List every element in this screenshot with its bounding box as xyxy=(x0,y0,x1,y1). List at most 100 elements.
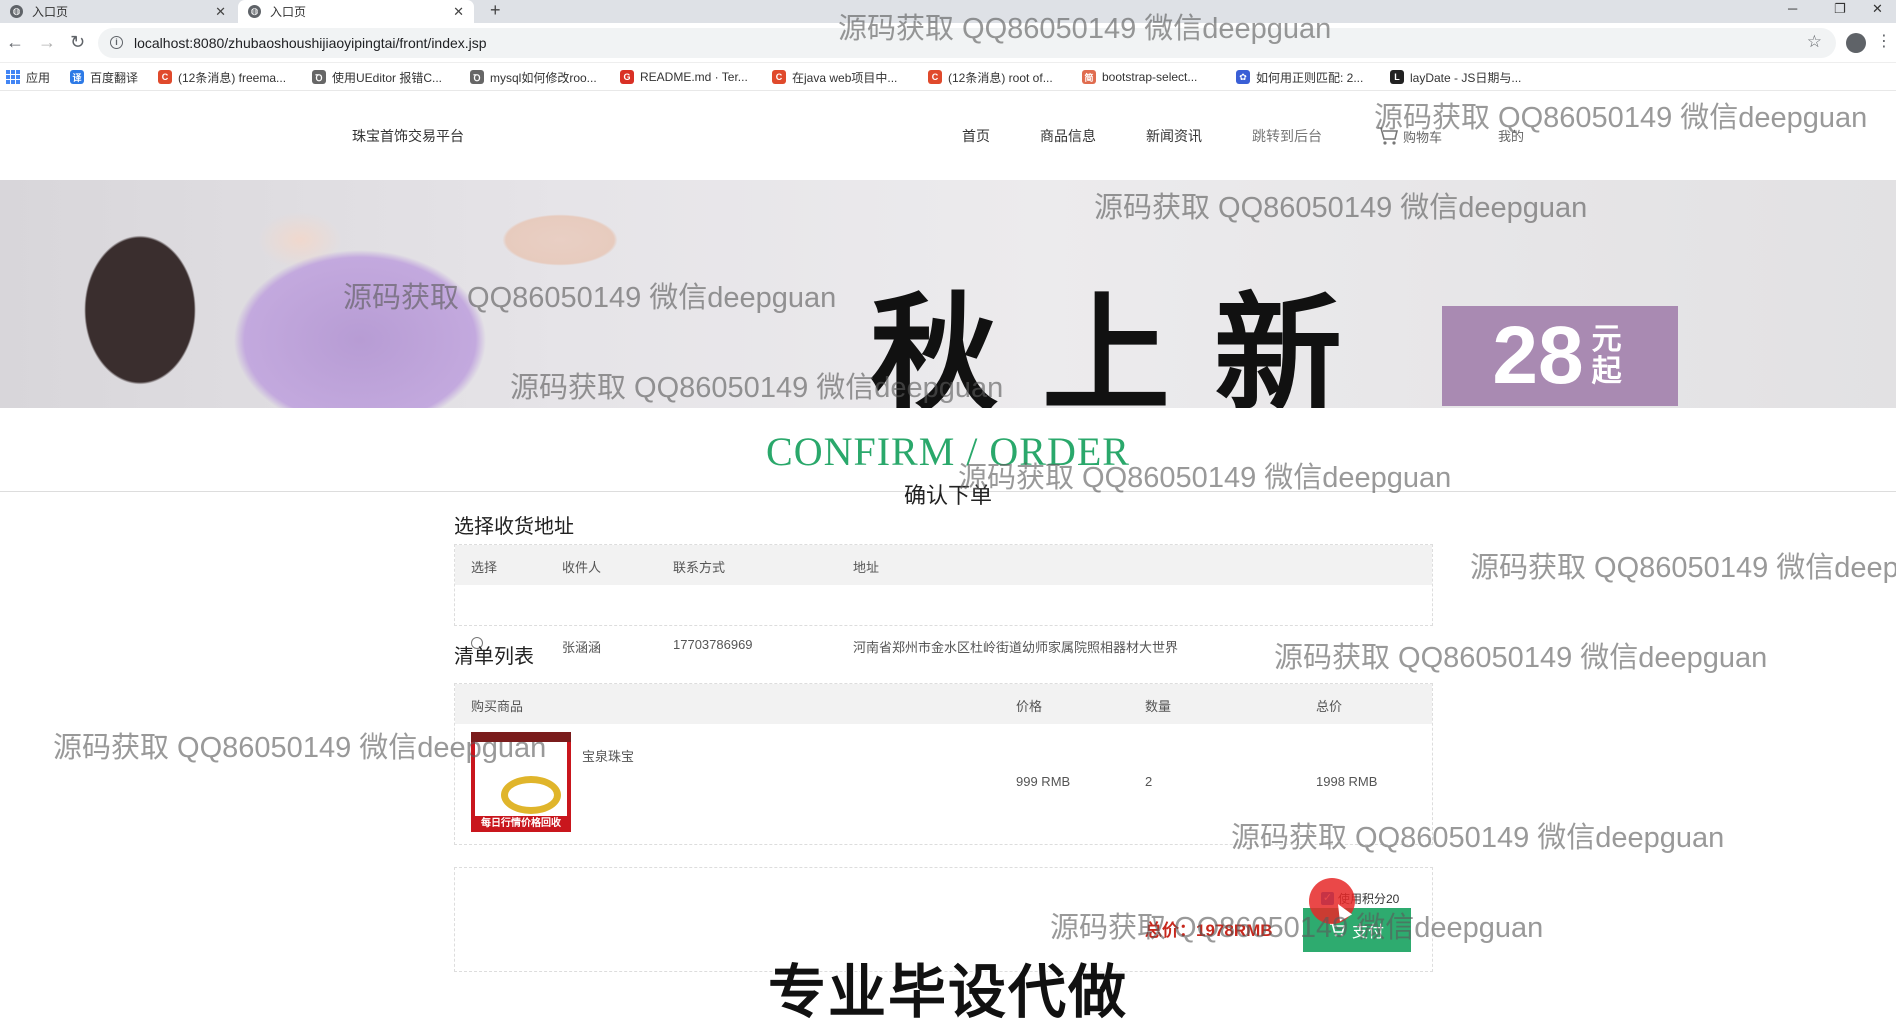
profile-avatar-icon[interactable] xyxy=(1846,33,1866,53)
tab-close-icon[interactable]: ✕ xyxy=(453,4,464,20)
tab-close-icon[interactable]: ✕ xyxy=(215,4,226,20)
video-caption: 专业毕设代做 xyxy=(767,959,1128,1026)
bookmarks-bar: 应用 译 百度翻译 C (12条消息) freema... Ꝺ 使用UEdito… xyxy=(0,63,1896,91)
total-cell: 1998 RMB xyxy=(1316,774,1378,789)
jianshu-icon: 简 xyxy=(1082,70,1096,84)
banner-price-badge: 28 元起 xyxy=(1442,306,1678,406)
site-icon: Ꝺ xyxy=(470,70,484,84)
bookmark-label: (12条消息) root of... xyxy=(948,70,1053,85)
address-table-header: 选择 收件人 联系方式 地址 xyxy=(455,545,1432,585)
nav-products[interactable]: 商品信息 xyxy=(1040,126,1096,146)
csdn-icon: C xyxy=(772,70,786,84)
translate-icon: 译 xyxy=(70,70,84,84)
product-name[interactable]: 宝泉珠宝 xyxy=(582,746,634,765)
bookmark-label: README.md · Ter... xyxy=(640,70,748,84)
bookmark-label: 应用 xyxy=(26,70,51,85)
bookmark-label: (12条消息) freema... xyxy=(178,70,287,85)
items-table: 购买商品 价格 数量 总价 每日行情价格回收 宝泉珠宝 999 RMB 2 19… xyxy=(454,683,1433,845)
nav-admin[interactable]: 跳转到后台 xyxy=(1252,126,1322,146)
minimize-button[interactable]: ─ xyxy=(1788,0,1797,23)
layui-icon: L xyxy=(1390,70,1404,84)
apps-grid-icon xyxy=(6,70,20,84)
col-header: 价格 xyxy=(1016,699,1043,714)
thumb-banner-text: 每日行情价格回收 xyxy=(481,818,561,829)
items-section-title: 清单列表 xyxy=(454,646,534,668)
col-header: 总价 xyxy=(1316,699,1343,714)
tab-label: 入口页 xyxy=(32,5,69,19)
globe-icon: ◍ xyxy=(248,5,261,18)
bookmark-item[interactable]: G README.md · Ter... xyxy=(620,68,748,86)
price-cell: 999 RMB xyxy=(1016,774,1071,789)
nav-home[interactable]: 首页 xyxy=(962,126,990,146)
watermark: 源码获取 QQ86050149 微信deepguan xyxy=(1470,552,1896,584)
product-thumbnail[interactable]: 每日行情价格回收 xyxy=(471,732,571,832)
bracelet-image xyxy=(501,776,561,814)
items-table-header: 购买商品 价格 数量 总价 xyxy=(455,684,1432,724)
nav-news[interactable]: 新闻资讯 xyxy=(1146,126,1202,146)
bookmark-label: 百度翻译 xyxy=(90,70,139,85)
nav-mine[interactable]: 我的 xyxy=(1498,126,1524,145)
bookmark-item[interactable]: C (12条消息) freema... xyxy=(158,68,286,86)
col-header: 联系方式 xyxy=(673,560,726,575)
col-header: 购买商品 xyxy=(471,699,524,714)
bookmark-apps[interactable]: 应用 xyxy=(6,68,50,86)
page-title-en: CONFIRM / ORDER xyxy=(766,429,1130,474)
bookmark-item[interactable]: Ꝺ 使用UEditor 报错C... xyxy=(312,68,442,86)
pay-button-label: 支付 xyxy=(1351,924,1384,941)
bookmark-item[interactable]: C 在java web项目中... xyxy=(772,68,897,86)
reload-icon[interactable]: ↻ xyxy=(70,32,85,52)
cart-label: 购物车 xyxy=(1403,130,1443,145)
bookmark-item[interactable]: L layDate - JS日期与... xyxy=(1390,68,1521,86)
menu-kebab-icon[interactable]: ⋮ xyxy=(1876,32,1892,52)
bookmark-item[interactable]: ✿ 如何用正则匹配: 2... xyxy=(1236,68,1363,86)
address-bar: ← → ↻ i localhost:8080/zhubaoshoushijiao… xyxy=(0,23,1896,63)
window-close-button[interactable]: ✕ xyxy=(1872,0,1883,23)
browser-tab-bar: ◍ 入口页 ✕ ◍ 入口页 ✕ + ─ ❐ ✕ xyxy=(0,0,1896,23)
click-indicator xyxy=(1309,878,1355,924)
page-title-cn: 确认下单 xyxy=(903,483,992,508)
recipient-cell: 张涵涵 xyxy=(562,640,602,655)
bookmark-label: bootstrap-select... xyxy=(1102,70,1198,84)
info-icon[interactable]: i xyxy=(110,36,123,49)
banner-slogan: 秋上新 xyxy=(870,280,1387,408)
col-header: 数量 xyxy=(1145,699,1172,714)
address-cell: 河南省郑州市金水区杜岭街道幼师家属院照相器材大世界 xyxy=(853,640,1179,655)
address-section-title: 选择收货地址 xyxy=(454,516,574,538)
url-omnibox[interactable]: i localhost:8080/zhubaoshoushijiaoyiping… xyxy=(98,28,1836,58)
bookmark-item[interactable]: C (12条消息) root of... xyxy=(928,68,1053,86)
bookmark-label: 如何用正则匹配: 2... xyxy=(1256,70,1364,85)
site-icon: Ꝺ xyxy=(312,70,326,84)
tab-label: 入口页 xyxy=(270,5,307,19)
order-total: 总价：1978RMB xyxy=(1145,921,1273,940)
forward-arrow-icon[interactable]: → xyxy=(38,32,56,52)
back-arrow-icon[interactable]: ← xyxy=(6,32,24,52)
restore-button[interactable]: ❐ xyxy=(1834,0,1846,23)
watermark: 源码获取 QQ86050149 微信deepguan xyxy=(1274,642,1768,674)
bookmark-label: 在java web项目中... xyxy=(792,70,898,85)
address-table: 选择 收件人 联系方式 地址 张涵涵 17703786969 河南省郑州市金水区… xyxy=(454,544,1433,655)
phone-cell: 17703786969 xyxy=(673,637,753,652)
bookmark-item[interactable]: Ꝺ mysql如何修改roo... xyxy=(470,68,597,86)
csdn-icon: C xyxy=(928,70,942,84)
cart-icon xyxy=(1329,923,1346,937)
col-header: 收件人 xyxy=(562,560,602,575)
qty-cell: 2 xyxy=(1145,774,1153,789)
bookmark-label: mysql如何修改roo... xyxy=(490,70,597,85)
bookmark-label: layDate - JS日期与... xyxy=(1410,70,1522,85)
nav-cart[interactable]: 购物车 xyxy=(1377,126,1442,146)
bookmark-item[interactable]: 简 bootstrap-select... xyxy=(1082,68,1197,86)
browser-tab-1[interactable]: ◍ 入口页 ✕ xyxy=(0,0,236,23)
site-header: 珠宝首饰交易平台 首页 商品信息 新闻资讯 跳转到后台 购物车 我的 xyxy=(0,91,1896,180)
banner-price-number: 28 xyxy=(1492,310,1584,401)
bookmark-item[interactable]: 译 百度翻译 xyxy=(70,68,138,86)
hero-banner[interactable]: 秋上新 28 元起 xyxy=(0,180,1896,408)
baidu-paw-icon: ✿ xyxy=(1236,70,1250,84)
csdn-icon: C xyxy=(158,70,172,84)
new-tab-button[interactable]: + xyxy=(490,0,501,23)
browser-tab-2[interactable]: ◍ 入口页 ✕ xyxy=(238,0,474,23)
globe-icon: ◍ xyxy=(10,5,23,18)
site-brand[interactable]: 珠宝首饰交易平台 xyxy=(352,126,464,146)
url-text[interactable]: localhost:8080/zhubaoshoushijiaoyipingta… xyxy=(134,35,487,51)
cart-icon xyxy=(1378,127,1399,145)
bookmark-star-icon[interactable]: ☆ xyxy=(1807,32,1822,52)
